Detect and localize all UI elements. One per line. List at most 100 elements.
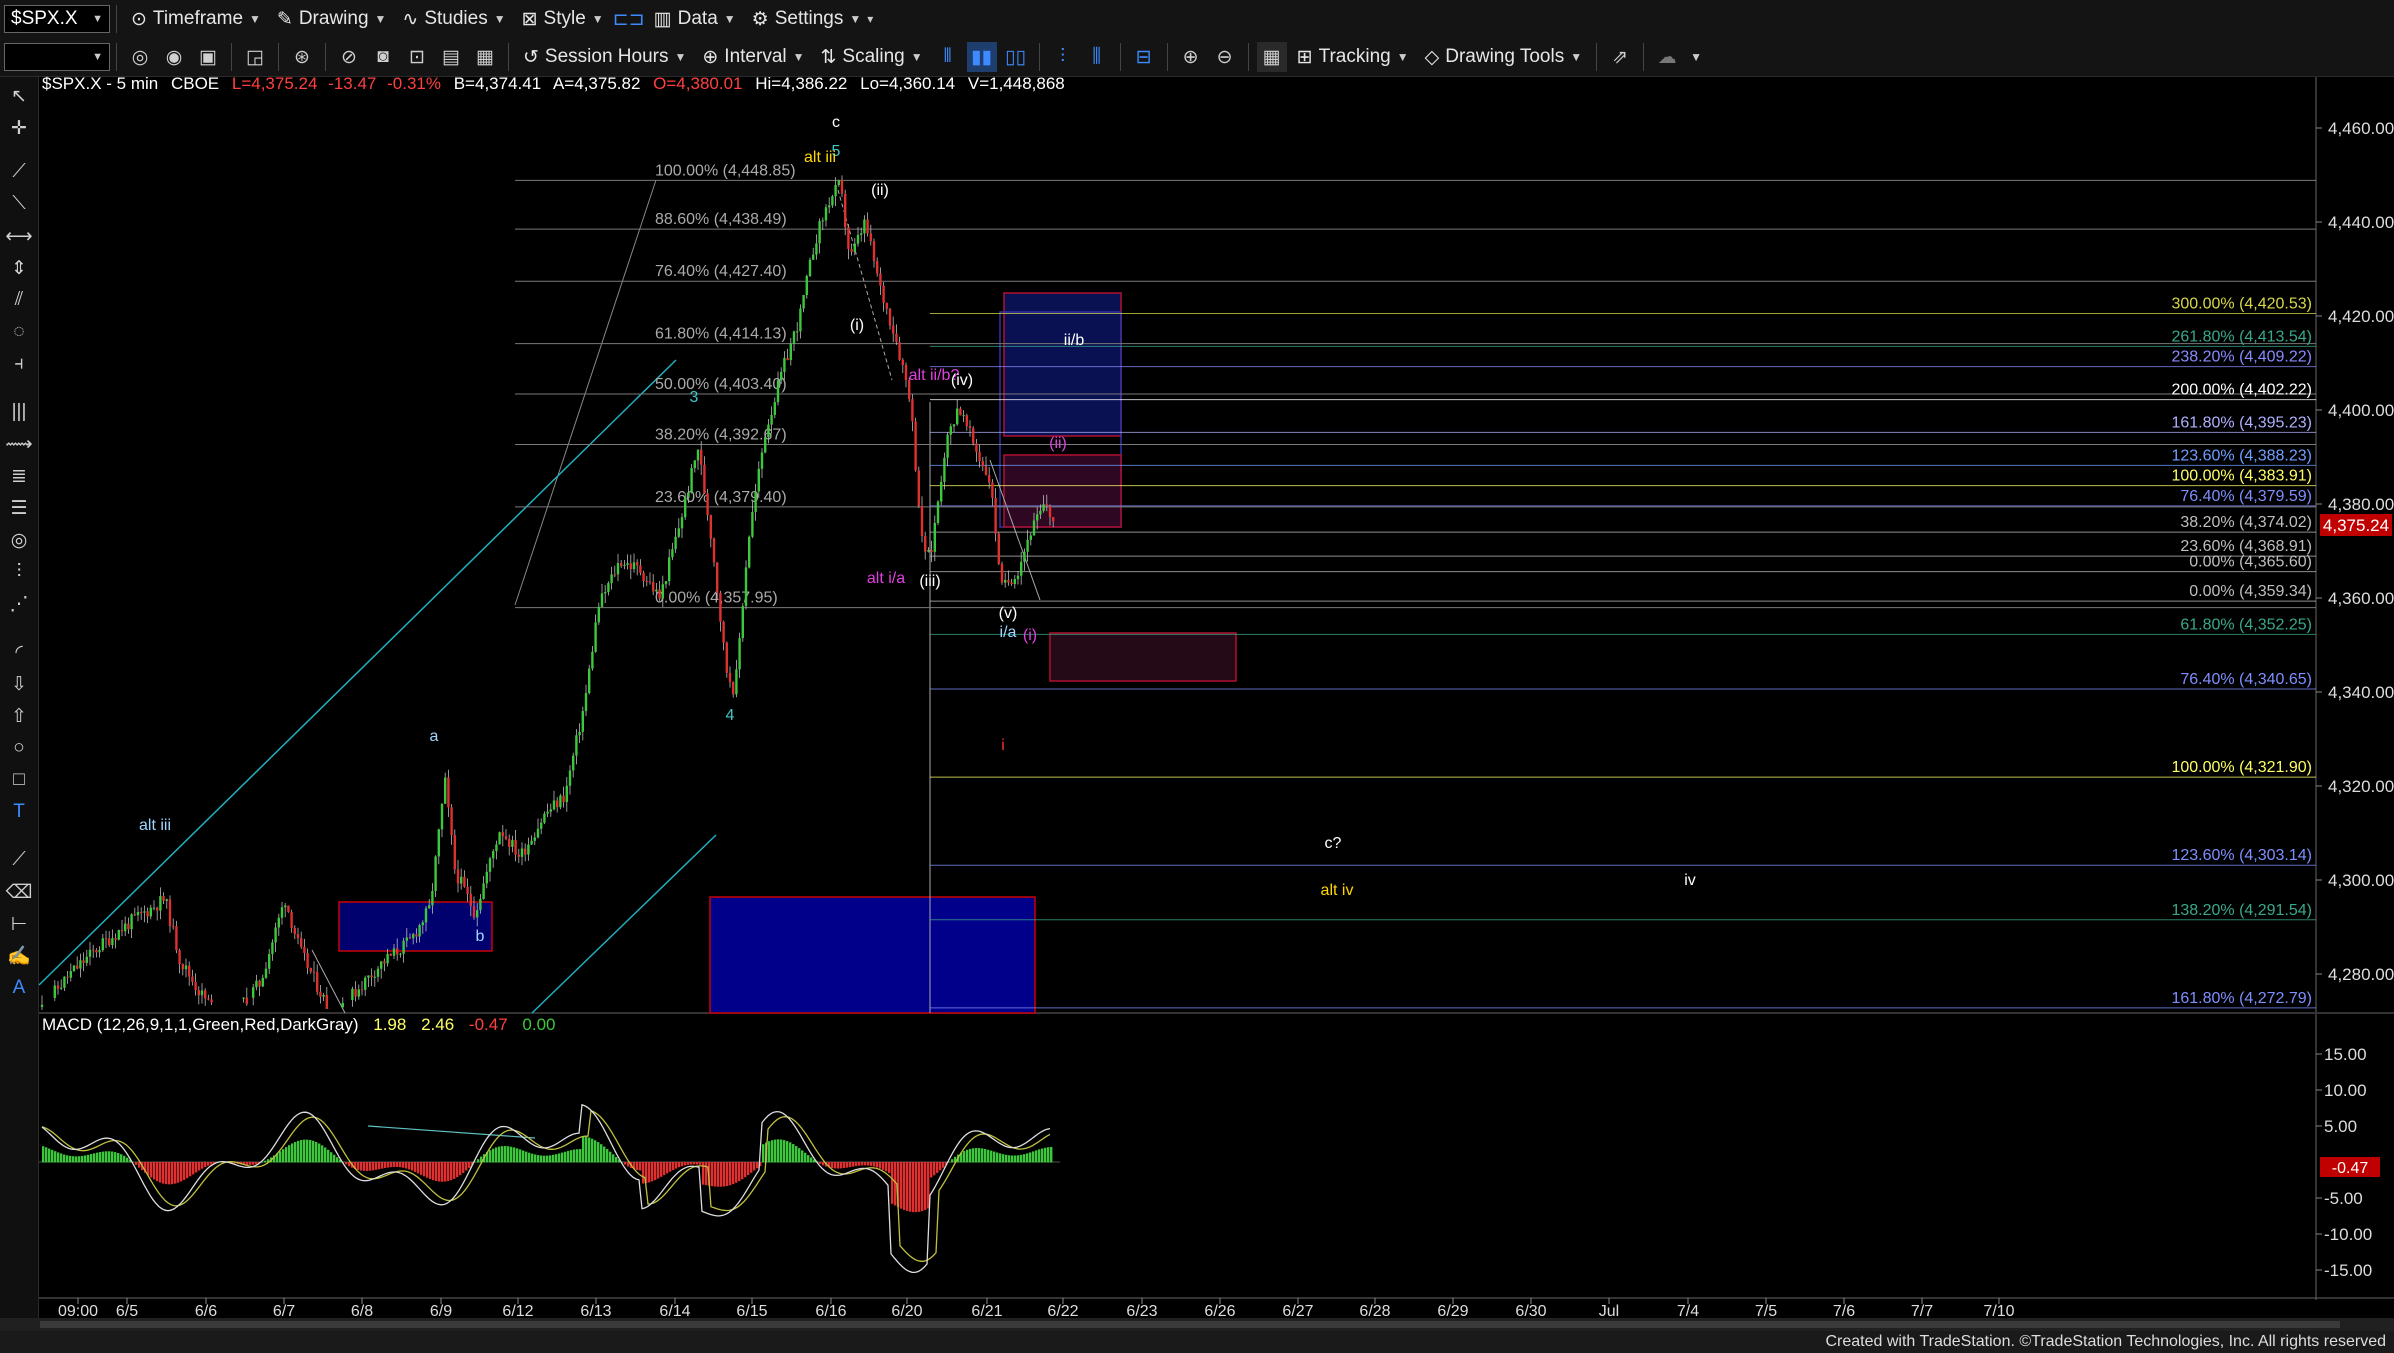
macd-histogram-bar: [942, 1162, 945, 1168]
macd-histogram-bar: [918, 1162, 921, 1212]
candle-body: [466, 886, 469, 894]
macd-histogram-bar: [834, 1162, 837, 1169]
candle-body: [664, 581, 668, 585]
fib-right-label: 0.00% (4,359.34): [2189, 583, 2312, 600]
macd-histogram-bar: [936, 1162, 939, 1173]
macd-histogram-bar: [330, 1152, 333, 1163]
candle-body: [536, 828, 540, 838]
candle-body: [866, 219, 869, 234]
candle-body: [668, 557, 671, 582]
time-tick-label: Jul: [1599, 1303, 1619, 1320]
header-change-pct: -0.31%: [387, 74, 441, 93]
candle-body: [652, 582, 655, 592]
candle-body: [274, 927, 277, 943]
candle-body: [92, 949, 95, 951]
time-tick-label: 6/29: [1437, 1303, 1468, 1320]
candle-body: [831, 196, 834, 206]
candle-body: [632, 562, 636, 570]
candle-body: [754, 491, 757, 513]
fib-right-label: 123.60% (4,388.23): [2171, 447, 2312, 464]
candle-body: [616, 563, 620, 575]
header-exchange: CBOE: [171, 74, 219, 93]
macd-histogram-bar: [660, 1162, 663, 1177]
macd-histogram-bar: [573, 1149, 576, 1163]
macd-histogram-bar: [114, 1152, 117, 1163]
macd-histogram-bar: [807, 1155, 810, 1163]
candle-body: [808, 259, 812, 277]
candle-body: [744, 567, 748, 607]
macd-histogram-bar: [315, 1142, 318, 1163]
macd-histogram-bar: [48, 1148, 51, 1163]
candle-body: [796, 331, 799, 333]
candle-body: [578, 731, 581, 736]
wave-label: (i): [1023, 627, 1037, 644]
macd-histogram-bar: [639, 1162, 642, 1171]
wave-label: (v): [999, 605, 1018, 622]
macd-histogram-bar: [873, 1162, 876, 1167]
macd-histogram-bar: [135, 1162, 138, 1165]
candle-body: [146, 911, 149, 917]
macd-histogram-bar: [933, 1162, 936, 1176]
price-chart[interactable]: 100.00% (4,448.85) 88.60% (4,438.49) 76.40…: [0, 0, 2394, 1331]
time-tick-label: 09:00: [58, 1303, 98, 1320]
candle-body: [620, 563, 623, 566]
macd-histogram-bar: [711, 1162, 714, 1187]
macd-histogram-bar: [414, 1162, 417, 1172]
candle-body: [520, 848, 524, 857]
candle-body: [492, 851, 495, 859]
macd-histogram-bar: [462, 1162, 465, 1173]
header-bid: B=4,374.41: [454, 74, 541, 93]
macd-histogram-bar: [207, 1162, 210, 1166]
macd-histogram-bar: [252, 1162, 255, 1165]
candle-body: [124, 923, 127, 932]
macd-histogram-bar: [369, 1162, 372, 1171]
macd-histogram-bar: [891, 1162, 894, 1204]
macd-histogram-bar: [396, 1162, 399, 1168]
macd-histogram-bar: [300, 1140, 303, 1163]
fib-left-label: 76.40% (4,427.40): [655, 263, 787, 280]
candle-body: [428, 905, 431, 909]
candle-body: [191, 976, 194, 982]
candle-body: [799, 308, 802, 332]
macd-histogram-bar: [882, 1162, 885, 1170]
candle-body: [757, 468, 760, 492]
macd-histogram-bar: [567, 1150, 570, 1163]
macd-histogram-bar: [192, 1162, 195, 1175]
candle-body: [178, 950, 181, 965]
macd-histogram-bar: [648, 1162, 651, 1183]
macd-histogram-bar: [1008, 1155, 1011, 1163]
candle-body: [968, 426, 972, 429]
scrollbar-thumb[interactable]: [40, 1321, 2340, 1328]
wave-label: alt i/a: [867, 570, 905, 587]
candle-body: [719, 593, 722, 622]
candle-body: [556, 800, 559, 808]
candle-body: [920, 506, 924, 537]
macd-tick-label: -15.00: [2324, 1261, 2372, 1280]
macd-histogram-bar: [912, 1162, 915, 1213]
time-tick-label: 6/5: [116, 1303, 138, 1320]
macd-histogram-bar: [693, 1162, 696, 1165]
macd-histogram-bar: [594, 1140, 597, 1163]
candle-body: [588, 668, 591, 694]
macd-current-label: -0.47: [2332, 1160, 2369, 1177]
macd-histogram-bar: [309, 1140, 312, 1163]
candle-body: [261, 977, 264, 987]
candle-body: [63, 976, 66, 988]
candle-body: [610, 574, 613, 584]
macd-histogram-bar: [714, 1162, 717, 1187]
candle-body: [357, 989, 360, 997]
wave-label: (iii): [919, 573, 940, 590]
macd-histogram-bar: [198, 1162, 201, 1171]
macd-histogram-bar: [786, 1141, 789, 1163]
candle-body: [837, 180, 840, 186]
macd-histogram-bar: [432, 1162, 435, 1181]
macd-histogram-bar: [705, 1162, 708, 1186]
candle-body: [780, 371, 783, 381]
fib-right-label: 238.20% (4,409.22): [2171, 349, 2312, 366]
macd-histogram-bar: [111, 1151, 114, 1163]
fib-right-label: 76.40% (4,340.65): [2180, 671, 2312, 688]
time-tick-label: 6/14: [659, 1303, 690, 1320]
candle-body: [453, 835, 456, 870]
macd-histogram-bar: [750, 1162, 753, 1173]
macd-histogram-bar: [762, 1144, 765, 1163]
